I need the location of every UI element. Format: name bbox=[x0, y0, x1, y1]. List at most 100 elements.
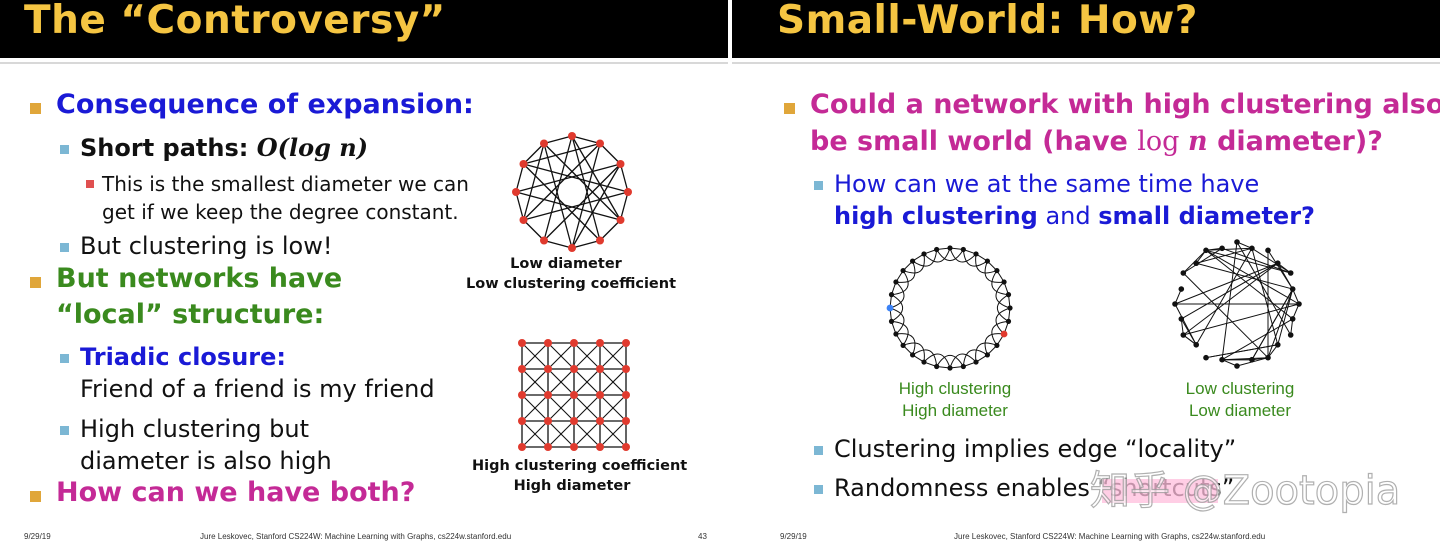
ring-node bbox=[1007, 305, 1013, 311]
graph-node bbox=[568, 244, 576, 252]
bullet-networks-line1: But networks have bbox=[56, 263, 343, 294]
graph-edge bbox=[543, 135, 573, 145]
footer-date: 9/29/19 bbox=[780, 532, 807, 541]
footer-date: 9/29/19 bbox=[24, 532, 51, 541]
graph-node bbox=[512, 188, 520, 196]
bullet-marker bbox=[814, 446, 823, 455]
rewired-node bbox=[1289, 316, 1296, 322]
ring-node bbox=[1005, 318, 1012, 324]
fig2-caption-line1: High clustering coefficient bbox=[472, 458, 688, 474]
graph-edge bbox=[523, 219, 545, 241]
ring-node bbox=[893, 279, 899, 285]
lattice-node bbox=[570, 365, 578, 373]
rewired-node bbox=[1274, 260, 1281, 267]
title-bar: Small-World: How? bbox=[732, 0, 1440, 58]
ring-node bbox=[893, 331, 899, 337]
ring-node bbox=[960, 246, 966, 253]
graph-edge bbox=[515, 191, 525, 221]
graph-edge bbox=[599, 219, 621, 241]
ring-node bbox=[900, 342, 906, 349]
lattice-graph-figure bbox=[518, 339, 630, 451]
sub-question-line1: How can we at the same time have bbox=[834, 170, 1260, 198]
big-o-formula: O(log n) bbox=[256, 133, 369, 162]
question-part-b: diameter)? bbox=[1207, 126, 1383, 157]
slide-title: The “Controversy” bbox=[24, 0, 446, 43]
bullet-marker bbox=[60, 354, 69, 363]
lattice-node bbox=[544, 391, 552, 399]
smallest-diameter-line2: get if we keep the degree constant. bbox=[102, 200, 459, 224]
ring-node bbox=[909, 352, 916, 358]
friend-of-friend: Friend of a friend is my friend bbox=[80, 375, 435, 403]
bullet-marker bbox=[86, 180, 94, 188]
ring-node bbox=[888, 292, 895, 298]
rewired-edge bbox=[1174, 262, 1278, 305]
lattice-node bbox=[570, 417, 578, 425]
ring-node bbox=[888, 318, 895, 324]
question-part-a: be small world (have bbox=[810, 126, 1138, 157]
rewired-node bbox=[1180, 332, 1187, 338]
triadic-closure-label: Triadic closure: bbox=[80, 343, 287, 371]
lattice-node bbox=[518, 417, 526, 425]
bullet-short-paths: Short paths: O(log n) bbox=[80, 133, 368, 162]
high-clustering-line2: diameter is also high bbox=[80, 447, 332, 475]
lattice-node bbox=[570, 391, 578, 399]
rewired-node bbox=[1265, 354, 1271, 361]
rewired-node bbox=[1193, 341, 1200, 348]
lattice-node bbox=[518, 391, 526, 399]
rewired-node bbox=[1203, 247, 1209, 254]
rewired-node bbox=[1180, 270, 1187, 276]
ring-caption-line2: High diameter bbox=[902, 401, 1008, 420]
rewired-node bbox=[1265, 247, 1271, 254]
and-text: and bbox=[1037, 202, 1099, 230]
bullet-consequence: Consequence of expansion: bbox=[56, 89, 474, 120]
ring-lattice-figure bbox=[886, 245, 1013, 371]
lattice-node bbox=[622, 443, 630, 451]
short-paths-label: Short paths: bbox=[80, 134, 257, 162]
bullet-marker bbox=[30, 103, 41, 114]
smallest-diameter-line1: This is the smallest diameter we can bbox=[102, 172, 469, 196]
ring-node bbox=[934, 363, 940, 370]
fig2-caption: High clustering coefficient High diamete… bbox=[472, 456, 688, 496]
log-n-formula: log n bbox=[1137, 126, 1207, 157]
bullet-marker bbox=[814, 181, 823, 190]
lattice-node bbox=[596, 443, 604, 451]
bullet-networks-line2: “local” structure: bbox=[56, 299, 325, 330]
ring-arc bbox=[936, 249, 964, 262]
ring-node bbox=[921, 359, 927, 365]
ring-node bbox=[984, 352, 991, 358]
rewired-node bbox=[1287, 332, 1294, 338]
rewired-node bbox=[1219, 245, 1225, 252]
watermark: 知乎 @Zootopia bbox=[1089, 467, 1401, 514]
fig1-caption-line1: Low diameter bbox=[510, 256, 622, 272]
lattice-node bbox=[622, 417, 630, 425]
fig2-caption-line2: High diameter bbox=[513, 478, 631, 494]
lattice-node bbox=[518, 365, 526, 373]
lattice-node bbox=[570, 339, 578, 347]
random-rewired-figure bbox=[1172, 239, 1302, 369]
random-caption: Low clustering Low diameter bbox=[1140, 378, 1340, 422]
graph-edge bbox=[543, 239, 573, 249]
bullet-marker bbox=[30, 491, 41, 502]
bullet-marker bbox=[30, 277, 41, 288]
sub-question-line2: high clustering and small diameter? bbox=[834, 202, 1315, 230]
ring-node bbox=[1001, 279, 1007, 285]
graph-node bbox=[596, 236, 604, 245]
lattice-node bbox=[596, 365, 604, 373]
ring-node bbox=[947, 245, 953, 251]
n-variable: n bbox=[1188, 126, 1208, 157]
rewired-edge bbox=[1221, 247, 1291, 274]
graph-edge bbox=[515, 163, 525, 193]
lattice-node bbox=[518, 339, 526, 347]
title-bar: The “Controversy” bbox=[0, 0, 728, 58]
lattice-node bbox=[544, 443, 552, 451]
bullet-marker bbox=[814, 485, 823, 494]
ring-node bbox=[994, 342, 1000, 349]
log-text: log bbox=[1137, 126, 1180, 157]
fig1-caption-line2: Low clustering coefficient bbox=[466, 276, 677, 292]
rewired-node bbox=[1296, 301, 1302, 307]
footer-credit: Jure Leskovec, Stanford CS224W: Machine … bbox=[954, 532, 1266, 541]
random-graph-figure bbox=[512, 132, 632, 252]
left-slide: The “Controversy” Consequence of expansi… bbox=[0, 0, 728, 547]
bullet-how-both: How can we have both? bbox=[56, 477, 416, 508]
bullet-clustering-low: But clustering is low! bbox=[80, 232, 333, 260]
